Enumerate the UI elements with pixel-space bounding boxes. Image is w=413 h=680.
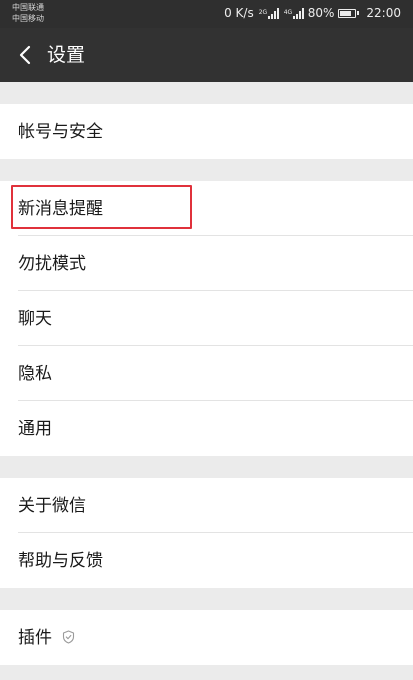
settings-section-account: 帐号与安全	[0, 104, 413, 159]
settings-item-label: 插件	[18, 628, 52, 648]
settings-item-chat[interactable]: 聊天	[0, 291, 413, 346]
settings-item-label: 帮助与反馈	[18, 551, 103, 571]
carrier-1: 中国联通	[12, 3, 44, 12]
status-indicators: 0 K/s 2G 4G 80% 22:00	[224, 5, 401, 21]
signal-1-icon: 2G	[259, 7, 279, 19]
settings-item-plugins[interactable]: 插件	[0, 610, 413, 665]
settings-section-about: 关于微信 帮助与反馈	[0, 478, 413, 588]
settings-item-label: 隐私	[18, 364, 52, 384]
settings-item-label: 帐号与安全	[18, 122, 103, 142]
settings-item-general[interactable]: 通用	[0, 401, 413, 456]
settings-item-label: 聊天	[18, 309, 52, 329]
settings-item-account-security[interactable]: 帐号与安全	[0, 104, 413, 159]
page-title: 设置	[47, 44, 86, 66]
title-bar: 设置	[0, 28, 413, 82]
battery-percent: 80%	[307, 6, 335, 20]
signal-2-tag: 4G	[283, 9, 293, 16]
settings-section-plugins: 插件	[0, 610, 413, 665]
battery-icon	[338, 8, 360, 18]
status-bar: 中国联通 中国移动 0 K/s 2G 4G 80% 22:00	[0, 0, 413, 28]
settings-item-do-not-disturb[interactable]: 勿扰模式	[0, 236, 413, 291]
chevron-left-icon[interactable]	[14, 42, 38, 68]
settings-item-label: 勿扰模式	[18, 254, 86, 274]
clock: 22:00	[366, 6, 401, 20]
settings-item-label: 关于微信	[18, 496, 86, 516]
settings-item-about-wechat[interactable]: 关于微信	[0, 478, 413, 533]
carrier-2: 中国移动	[12, 14, 44, 23]
carrier-info: 中国联通 中国移动	[12, 2, 44, 24]
shield-icon	[62, 630, 75, 644]
settings-item-label: 通用	[18, 419, 52, 439]
signal-2-icon: 4G	[284, 7, 304, 19]
settings-item-privacy[interactable]: 隐私	[0, 346, 413, 401]
network-speed: 0 K/s	[224, 6, 254, 20]
highlight-box	[11, 185, 192, 229]
signal-1-tag: 2G	[258, 9, 268, 16]
settings-item-help-feedback[interactable]: 帮助与反馈	[0, 533, 413, 588]
